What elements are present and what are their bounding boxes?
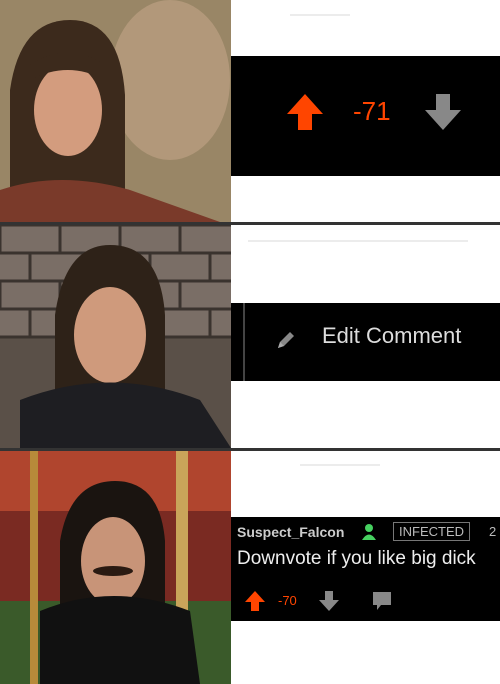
comment-score: -70 — [278, 593, 297, 608]
user-flair: INFECTED — [393, 522, 470, 541]
edit-comment-button[interactable]: Edit Comment — [322, 323, 461, 349]
vote-bar: -71 — [231, 56, 500, 176]
upvote-arrow-icon[interactable] — [244, 590, 266, 617]
downvote-arrow-icon[interactable] — [423, 92, 463, 137]
pencil-icon[interactable] — [275, 329, 297, 356]
comment-body: Downvote if you like big dick — [237, 548, 476, 569]
meme-panel-1-image — [0, 0, 231, 222]
vote-score: -71 — [353, 96, 391, 126]
faint-strip-bottom — [300, 464, 380, 466]
comment-card: Suspect_Falcon INFECTED 2 Downvote if yo… — [231, 517, 500, 621]
comment-timestamp: 2 — [489, 524, 497, 539]
downvote-arrow-icon[interactable] — [318, 590, 340, 617]
faint-strip-top — [290, 14, 350, 16]
edit-comment-bar: Edit Comment — [231, 303, 500, 381]
faint-strip-mid — [248, 240, 468, 242]
meme-panel-2-image — [0, 225, 231, 448]
user-icon — [361, 523, 377, 546]
upvote-arrow-icon[interactable] — [285, 92, 325, 137]
comment-username[interactable]: Suspect_Falcon — [237, 524, 344, 540]
comment-thread-rail — [243, 303, 245, 381]
meme-panel-3-image — [0, 451, 231, 684]
reply-icon[interactable] — [371, 590, 393, 617]
